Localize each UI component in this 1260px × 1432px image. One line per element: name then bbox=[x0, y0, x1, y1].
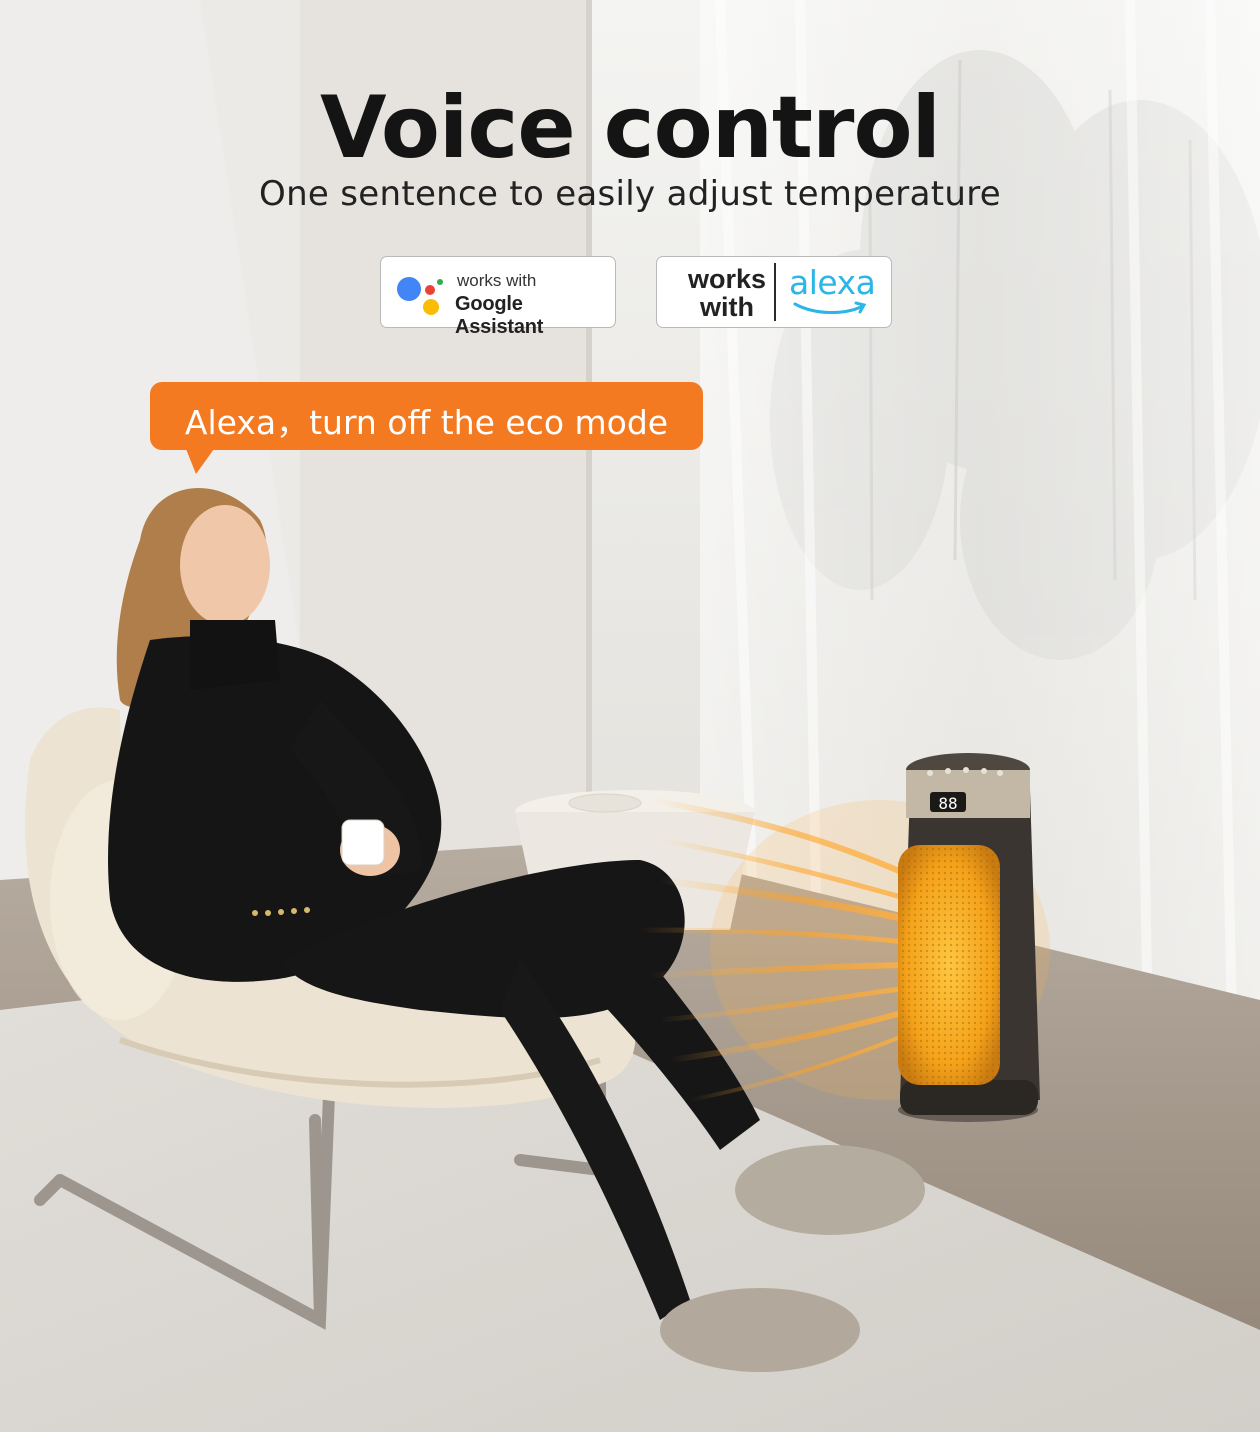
alexa-works-with: works with bbox=[687, 264, 767, 322]
heater-display-digits: 88 bbox=[938, 794, 957, 813]
speech-bubble-text: Alexa，turn off the eco mode bbox=[184, 403, 669, 442]
alexa-badge: works with alexa bbox=[656, 256, 892, 328]
google-assistant-name: Google Assistant bbox=[455, 293, 544, 338]
alexa-divider bbox=[774, 263, 776, 321]
room-scene: 88 bbox=[0, 0, 1260, 1432]
subheadline: One sentence to easily adjust temperatur… bbox=[259, 174, 1001, 214]
space-heater bbox=[898, 753, 1040, 1122]
speech-bubble-tail bbox=[186, 449, 214, 474]
headline: Voice control bbox=[319, 78, 941, 178]
google-assistant-badge: works with Google Assistant bbox=[380, 256, 616, 338]
product-photo: 88 Voice control One sentence to easily … bbox=[0, 0, 1260, 1432]
speech-bubble: Alexa，turn off the eco mode bbox=[150, 382, 703, 450]
alexa-smile-icon bbox=[793, 301, 867, 314]
google-works-with: works with bbox=[457, 271, 537, 290]
alexa-logo: alexa bbox=[789, 263, 876, 302]
